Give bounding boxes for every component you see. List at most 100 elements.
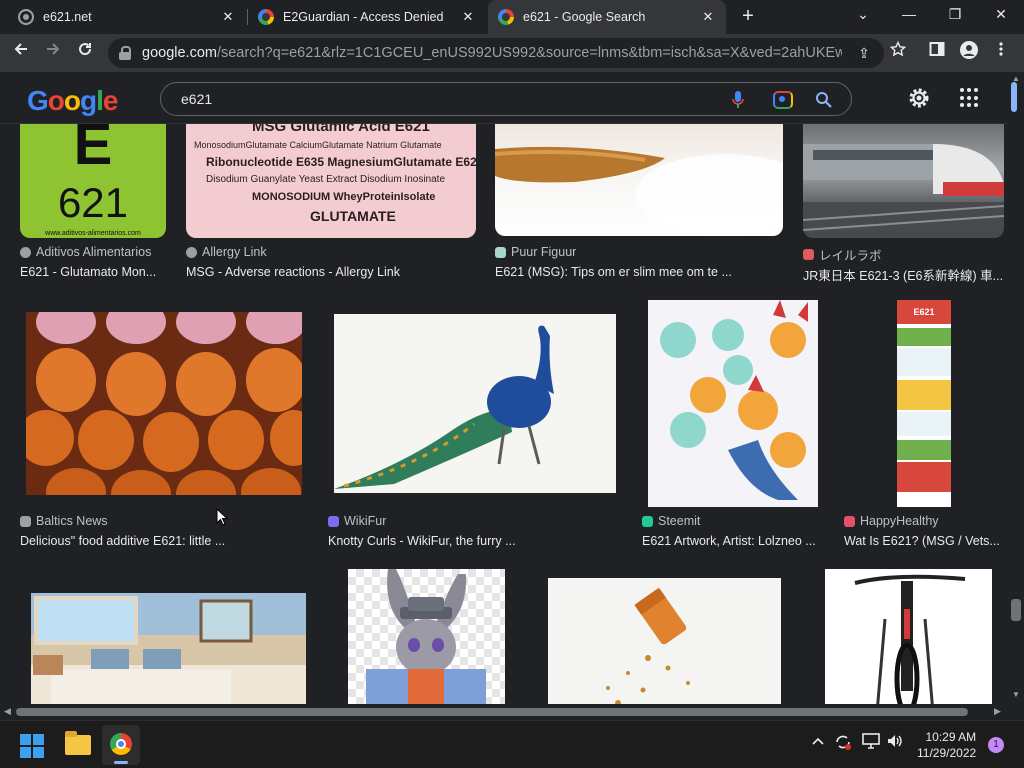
notification-badge[interactable]: 1 bbox=[988, 737, 1004, 753]
scroll-right-arrow-icon[interactable]: ▶ bbox=[994, 706, 1001, 717]
result-source[interactable]: Baltics News bbox=[20, 514, 108, 528]
scroll-up-arrow-icon[interactable]: ▲ bbox=[1012, 74, 1020, 83]
url-path: /search?q=e621&rlz=1C1GCEU_enUS992US992&… bbox=[216, 45, 842, 61]
result-thumbnail-train[interactable] bbox=[803, 124, 1004, 238]
result-source[interactable]: WikiFur bbox=[328, 514, 386, 528]
infographic-badge: E621 bbox=[897, 300, 951, 324]
result-thumbnail-hotel-room[interactable] bbox=[31, 593, 306, 704]
microphone-icon[interactable] bbox=[731, 90, 745, 110]
result-title[interactable]: Wat Is E621? (MSG / Vets... bbox=[844, 534, 1004, 548]
profile-avatar-icon bbox=[960, 41, 978, 59]
tab-google-search[interactable]: e621 - Google Search ✕ bbox=[488, 0, 726, 34]
result-title[interactable]: Knotty Curls - WikiFur, the furry ... bbox=[328, 534, 618, 548]
tab-strip: e621.net ✕ E2Guardian - Access Denied ✕ … bbox=[0, 0, 1024, 34]
result-title[interactable]: E621 (MSG): Tips om er slim mee om te ..… bbox=[495, 265, 785, 279]
scroll-left-arrow-icon[interactable]: ◀ bbox=[4, 706, 11, 717]
bookmark-star-button[interactable] bbox=[885, 40, 911, 66]
url-text[interactable]: google.com/search?q=e621&rlz=1C1GCEU_enU… bbox=[142, 45, 842, 61]
result-thumbnail-fox-artwork[interactable] bbox=[648, 300, 818, 507]
result-title[interactable]: Delicious" food additive E621: little ..… bbox=[20, 534, 310, 548]
forward-arrow-icon bbox=[47, 43, 60, 55]
horizontal-scrollbar[interactable]: ◀ ▶ bbox=[0, 704, 1008, 720]
result-thumbnail-msg-spoon[interactable] bbox=[495, 124, 783, 236]
thumb-text-line: Disodium Guanylate Yeast Extract Disodiu… bbox=[206, 174, 446, 185]
happyhealthy-favicon bbox=[844, 515, 855, 527]
star-icon bbox=[889, 40, 907, 57]
result-thumbnail-sausages[interactable] bbox=[26, 312, 302, 495]
search-input[interactable]: e621 bbox=[181, 91, 212, 107]
sausages-illustration bbox=[26, 312, 302, 495]
result-title[interactable]: E621 - Glutamato Mon... bbox=[20, 265, 170, 279]
result-thumbnail-e621-sign[interactable]: E 621 www.aditivos-alimentarios.com bbox=[20, 124, 166, 238]
result-title[interactable]: E621 Artwork, Artist: Lolzneo ... bbox=[642, 534, 822, 548]
chrome-taskbar-button[interactable] bbox=[102, 725, 140, 765]
sync-icon[interactable] bbox=[834, 733, 852, 751]
bunny-character-illustration bbox=[366, 569, 486, 704]
forward-button[interactable] bbox=[40, 40, 66, 66]
spoon-illustration bbox=[495, 146, 783, 234]
tab-title: e621.net bbox=[43, 10, 92, 24]
result-source[interactable]: Puur Figuur bbox=[495, 245, 576, 259]
clock-date: 11/29/2022 bbox=[917, 746, 977, 760]
peacock-illustration bbox=[334, 325, 554, 489]
vertical-scroll-thumb[interactable] bbox=[1011, 599, 1021, 621]
result-title[interactable]: MSG - Adverse reactions - Allergy Link bbox=[186, 265, 476, 279]
scroll-down-arrow-icon[interactable]: ▼ bbox=[1012, 690, 1020, 699]
google-lens-icon[interactable] bbox=[773, 91, 793, 109]
result-source[interactable]: レイルラボ bbox=[803, 245, 882, 264]
search-box[interactable]: e621 bbox=[160, 82, 852, 116]
google-apps-icon[interactable] bbox=[960, 88, 980, 108]
result-thumbnail-bicycle[interactable] bbox=[825, 569, 992, 704]
tab-search-dropdown[interactable]: ⌄ bbox=[840, 0, 886, 30]
result-source[interactable]: Steemit bbox=[642, 514, 700, 528]
tray-chevron-up-icon[interactable] bbox=[811, 735, 825, 749]
result-thumbnail-bunny-character[interactable] bbox=[348, 569, 505, 704]
settings-gear-icon[interactable] bbox=[907, 86, 931, 110]
tab-e2guardian[interactable]: E2Guardian - Access Denied ✕ bbox=[248, 0, 486, 34]
puur-figuur-favicon bbox=[495, 246, 506, 258]
volume-icon[interactable] bbox=[886, 733, 904, 749]
system-clock[interactable]: 10:29 AM 11/29/2022 bbox=[917, 729, 976, 761]
thumb-letter: E bbox=[73, 124, 113, 177]
windows-start-icon[interactable] bbox=[20, 734, 44, 758]
result-thumbnail-msg-words[interactable]: MSG Glutamic Acid E621 MonosodiumGlutama… bbox=[186, 124, 476, 238]
thumb-text-line: MonosodiumGlutamate CalciumGlutamate Nat… bbox=[194, 140, 442, 150]
image-results-grid: E 621 www.aditivos-alimentarios.com MSG … bbox=[0, 124, 1008, 704]
new-tab-button[interactable]: + bbox=[736, 5, 760, 29]
thumb-text-line: GLUTAMATE bbox=[310, 208, 396, 224]
google-header: Google e621 bbox=[0, 72, 1010, 124]
vertical-scrollbar[interactable]: ▲ ▼ bbox=[1008, 72, 1024, 704]
url-host: google.com bbox=[142, 45, 217, 61]
restore-button[interactable]: ❐ bbox=[932, 0, 978, 30]
result-thumbnail-infographic[interactable]: E621 bbox=[897, 300, 951, 507]
lock-icon[interactable] bbox=[118, 46, 132, 60]
result-source[interactable]: Aditivos Alimentarios bbox=[20, 245, 151, 259]
result-thumbnail-peacock[interactable] bbox=[334, 314, 616, 493]
back-button[interactable] bbox=[8, 40, 34, 66]
tab-e621[interactable]: e621.net ✕ bbox=[8, 0, 246, 34]
steemit-favicon bbox=[642, 515, 653, 527]
address-bar[interactable]: google.com/search?q=e621&rlz=1C1GCEU_enU… bbox=[108, 38, 884, 68]
minimize-button[interactable]: — bbox=[886, 0, 932, 30]
close-tab-icon[interactable]: ✕ bbox=[460, 9, 476, 25]
thumb-text-line: MONOSODIUM WheyProteinIsolate bbox=[252, 191, 436, 203]
search-icon[interactable] bbox=[815, 91, 833, 109]
tab-title: e621 - Google Search bbox=[523, 10, 646, 24]
reload-button[interactable] bbox=[72, 40, 98, 66]
hotel-room-illustration bbox=[33, 596, 253, 704]
network-icon[interactable] bbox=[862, 733, 880, 749]
result-source[interactable]: HappyHealthy bbox=[844, 514, 939, 528]
horizontal-scroll-thumb[interactable] bbox=[16, 708, 968, 716]
file-explorer-icon[interactable] bbox=[65, 731, 91, 755]
close-tab-icon[interactable]: ✕ bbox=[220, 9, 236, 25]
close-window-button[interactable]: ✕ bbox=[978, 0, 1024, 30]
close-tab-icon[interactable]: ✕ bbox=[700, 9, 716, 25]
result-thumbnail-spice-jar[interactable] bbox=[548, 578, 781, 704]
side-panel-button[interactable] bbox=[924, 40, 950, 66]
browser-menu-button[interactable] bbox=[988, 40, 1014, 66]
result-title[interactable]: JR東日本 E621-3 (E6系新幹線) 車... bbox=[803, 265, 1008, 284]
profile-button[interactable] bbox=[956, 40, 982, 66]
google-logo[interactable]: Google bbox=[27, 85, 118, 117]
result-source[interactable]: Allergy Link bbox=[186, 245, 267, 259]
share-icon[interactable]: ⇪ bbox=[856, 45, 872, 61]
